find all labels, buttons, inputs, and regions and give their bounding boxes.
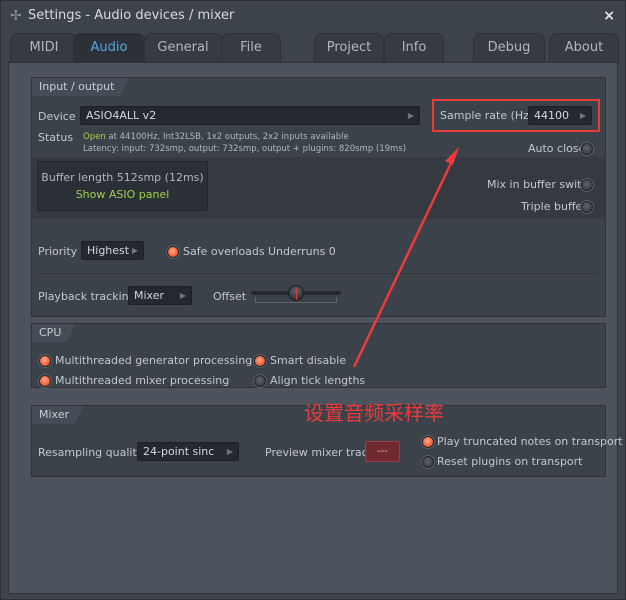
safe-overloads-label: Safe overloads bbox=[183, 245, 265, 258]
slider-knob[interactable] bbox=[288, 285, 304, 301]
annotation-text: 设置音频采样率 bbox=[304, 401, 444, 425]
playback-tracking-label: Playback tracking bbox=[38, 290, 136, 303]
multithreaded-mixer-label: Multithreaded mixer processing bbox=[55, 374, 230, 387]
divider bbox=[38, 273, 598, 274]
device-dropdown[interactable]: ASIO4ALL v2 ▶ bbox=[80, 106, 420, 125]
close-icon[interactable]: × bbox=[603, 8, 615, 24]
resampling-quality-dropdown[interactable]: 24-point sinc ▶ bbox=[137, 442, 239, 461]
tab-project[interactable]: Project bbox=[314, 33, 384, 62]
section-label-mixer: Mixer bbox=[32, 406, 83, 424]
multithreaded-generator-toggle[interactable] bbox=[39, 355, 51, 367]
window-title: Settings - Audio devices / mixer bbox=[28, 8, 235, 23]
safe-overloads-toggle[interactable] bbox=[167, 246, 179, 258]
cpu-section: CPU Multithreaded generator processing M… bbox=[31, 323, 606, 388]
status-open: Open bbox=[83, 132, 106, 142]
priority-label: Priority bbox=[38, 245, 78, 258]
align-tick-lengths-label: Align tick lengths bbox=[270, 374, 366, 387]
preview-mixer-track-label: Preview mixer track bbox=[265, 446, 375, 459]
playback-tracking-dropdown[interactable]: Mixer ▶ bbox=[128, 286, 192, 305]
reset-plugins-label: Reset plugins on transport bbox=[437, 455, 583, 468]
mix-in-buffer-switch-label: Mix in buffer switch bbox=[487, 178, 595, 191]
tab-about[interactable]: About bbox=[549, 33, 619, 62]
dropdown-arrow-icon: ▶ bbox=[407, 111, 414, 120]
section-label-cpu: CPU bbox=[32, 324, 75, 342]
device-label: Device bbox=[38, 110, 76, 123]
tab-general[interactable]: General bbox=[144, 33, 222, 62]
tab-file[interactable]: File bbox=[221, 33, 281, 62]
section-label-input-output: Input / output bbox=[32, 78, 128, 96]
play-truncated-notes-toggle[interactable] bbox=[422, 436, 434, 448]
triple-buffer-toggle[interactable] bbox=[581, 201, 593, 213]
dropdown-arrow-icon: ▶ bbox=[226, 447, 233, 456]
status-line-1: Open at 44100Hz, Int32LSB, 1x2 outputs, … bbox=[83, 132, 349, 142]
multithreaded-generator-label: Multithreaded generator processing bbox=[55, 354, 253, 367]
preview-mixer-track-selector[interactable]: --- bbox=[365, 441, 400, 462]
dropdown-arrow-icon: ▶ bbox=[131, 246, 138, 255]
smart-disable-label: Smart disable bbox=[270, 354, 347, 367]
underruns-counter: Underruns 0 bbox=[268, 245, 336, 258]
priority-value: Highest bbox=[87, 244, 130, 257]
asio-panel-button[interactable]: Buffer length 512smp (12ms) Show ASIO pa… bbox=[37, 161, 208, 211]
offset-label: Offset bbox=[213, 290, 247, 303]
settings-tabs: MIDI Audio General File Project Info Deb… bbox=[1, 31, 625, 62]
settings-window: ✢ Settings - Audio devices / mixer × MID… bbox=[0, 0, 626, 600]
show-asio-panel-link[interactable]: Show ASIO panel bbox=[38, 188, 207, 201]
tab-midi[interactable]: MIDI bbox=[10, 33, 78, 62]
device-value: ASIO4ALL v2 bbox=[86, 109, 157, 122]
status-label: Status bbox=[38, 131, 74, 144]
resampling-quality-label: Resampling quality bbox=[38, 446, 144, 459]
auto-close-label: Auto close bbox=[528, 142, 586, 155]
triple-buffer-label: Triple buffer bbox=[521, 200, 587, 213]
playback-tracking-value: Mixer bbox=[134, 289, 165, 302]
offset-slider[interactable] bbox=[251, 283, 343, 309]
app-icon: ✢ bbox=[10, 8, 22, 24]
auto-close-toggle[interactable] bbox=[581, 143, 593, 155]
multithreaded-mixer-toggle[interactable] bbox=[39, 375, 51, 387]
tab-debug[interactable]: Debug bbox=[473, 33, 545, 62]
buffer-length-label: Buffer length 512smp (12ms) bbox=[41, 171, 204, 184]
tab-audio[interactable]: Audio bbox=[73, 33, 145, 62]
play-truncated-notes-label: Play truncated notes on transport bbox=[437, 435, 623, 448]
resampling-quality-value: 24-point sinc bbox=[143, 445, 215, 458]
audio-settings-panel: Input / output Device ASIO4ALL v2 ▶ Samp… bbox=[8, 62, 623, 594]
priority-dropdown[interactable]: Highest ▶ bbox=[81, 241, 144, 260]
align-tick-lengths-toggle[interactable] bbox=[254, 375, 266, 387]
reset-plugins-toggle[interactable] bbox=[422, 456, 434, 468]
status-details: at 44100Hz, Int32LSB, 1x2 outputs, 2x2 i… bbox=[105, 132, 349, 142]
sample-rate-highlight-box bbox=[432, 99, 600, 132]
latency-info: Latency: input: 732smp, output: 732smp, … bbox=[83, 144, 407, 154]
title-bar[interactable]: ✢ Settings - Audio devices / mixer × bbox=[1, 1, 625, 31]
smart-disable-toggle[interactable] bbox=[254, 355, 266, 367]
mix-in-buffer-switch-toggle[interactable] bbox=[581, 179, 593, 191]
tab-info[interactable]: Info bbox=[384, 33, 444, 62]
dropdown-arrow-icon: ▶ bbox=[179, 291, 186, 300]
